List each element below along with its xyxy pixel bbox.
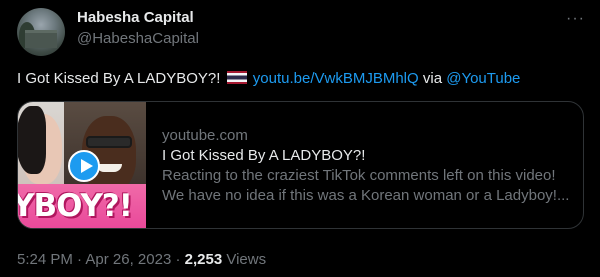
tweet-meta: 5:24 PM · Apr 26, 2023 · 2,253 Views xyxy=(17,251,266,268)
tweet-body: I Got Kissed By A LADYBOY?! xyxy=(17,70,221,87)
views-label: Views xyxy=(226,251,267,268)
tweet-date[interactable]: Apr 26, 2023 xyxy=(85,251,171,268)
author-avatar[interactable] xyxy=(17,8,65,56)
thumb-hair-left xyxy=(18,106,46,174)
card-thumbnail[interactable]: YBOY?! xyxy=(18,102,146,228)
tweet-mention[interactable]: @YouTube xyxy=(446,70,520,87)
avatar-building xyxy=(25,30,57,48)
card-title: I Got Kissed By A LADYBOY?! xyxy=(162,147,366,164)
meta-separator-2: · xyxy=(175,251,181,268)
author-handle[interactable]: @HabeshaCapital xyxy=(77,30,199,47)
views-count: 2,253 xyxy=(184,251,223,268)
thumb-caption: YBOY?! xyxy=(18,188,133,224)
thumb-glasses xyxy=(86,136,132,148)
play-icon[interactable] xyxy=(68,150,100,182)
card-description-line-1: Reacting to the craziest TikTok comments… xyxy=(162,167,556,184)
meta-separator: · xyxy=(77,251,83,268)
author-name[interactable]: Habesha Capital xyxy=(77,9,194,26)
card-description-line-2: We have no idea if this was a Korean wom… xyxy=(162,187,570,204)
card-domain: youtube.com xyxy=(162,127,248,144)
tweet-via: via xyxy=(422,70,443,87)
card-body: youtube.com I Got Kissed By A LADYBOY?! … xyxy=(162,126,582,206)
tweet-time[interactable]: 5:24 PM xyxy=(17,251,73,268)
more-options-icon[interactable]: ··· xyxy=(566,10,585,28)
link-preview-card[interactable]: YBOY?! youtube.com I Got Kissed By A LAD… xyxy=(17,101,584,229)
tweet-text: I Got Kissed By A LADYBOY?! youtu.be/Vwk… xyxy=(17,70,520,87)
thailand-flag-icon xyxy=(226,71,247,84)
tweet-link[interactable]: youtu.be/VwkBMJBMhlQ xyxy=(253,70,419,87)
